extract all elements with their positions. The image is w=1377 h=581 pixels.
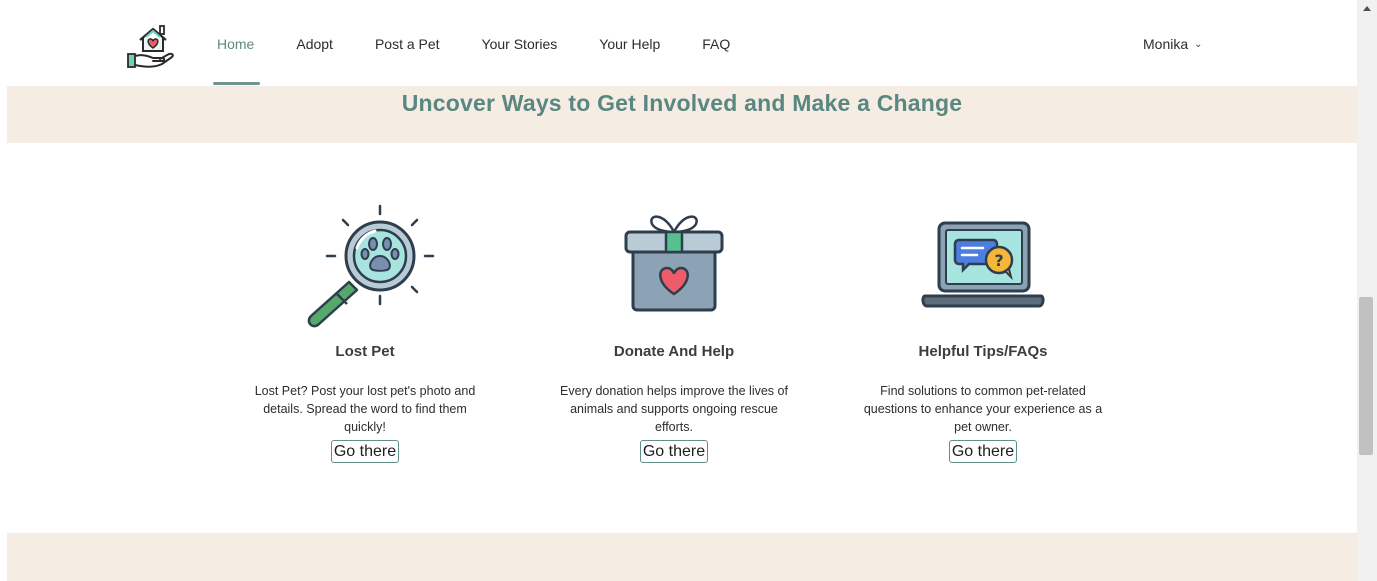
card-lost-pet: Lost Pet Lost Pet? Post your lost pet's … [235,198,495,463]
go-there-button-donate[interactable]: Go there [639,440,709,463]
section-heading-band: Uncover Ways to Get Involved and Make a … [7,86,1357,143]
nav-post-a-pet[interactable]: Post a Pet [375,36,440,56]
next-section-band [7,533,1357,581]
user-menu[interactable]: Monika ⌄ [1143,36,1203,52]
section-heading: Uncover Ways to Get Involved and Make a … [401,90,963,116]
laptop-chat-icon: ? [921,221,1045,308]
scroll-up-arrow-icon[interactable] [1363,6,1371,11]
card-description: Find solutions to common pet-related que… [863,384,1103,434]
user-name: Monika [1143,36,1189,52]
go-there-button-lost-pet[interactable]: Go there [330,440,400,463]
nav-home[interactable]: Home [217,36,254,56]
scrollbar-thumb[interactable] [1359,297,1373,455]
card-title: Helpful Tips/FAQs [918,343,1048,360]
navbar: Home Adopt Post a Pet Your Stories Your … [0,0,1357,86]
vertical-scrollbar[interactable] [1357,0,1377,581]
card-donate-and-help: Donate And Help Every donation helps imp… [544,198,804,463]
svg-text:?: ? [994,251,1003,270]
house-heart-hand-icon[interactable] [126,18,176,70]
page: Home Adopt Post a Pet Your Stories Your … [0,0,1377,581]
card-title: Lost Pet [335,343,395,360]
card-description: Lost Pet? Post your lost pet's photo and… [254,384,476,434]
gift-box-heart-icon [624,215,724,312]
card-description: Every donation helps improve the lives o… [560,384,788,434]
nav-your-stories[interactable]: Your Stories [482,36,558,56]
chevron-down-icon: ⌄ [1194,38,1203,50]
nav-faq[interactable]: FAQ [702,36,730,56]
magnifier-paw-icon [307,204,435,328]
active-nav-indicator [213,82,260,85]
nav-your-help[interactable]: Your Help [599,36,660,56]
nav-links: Home Adopt Post a Pet Your Stories Your … [217,36,772,56]
go-there-button-faqs[interactable]: Go there [948,440,1018,463]
nav-adopt[interactable]: Adopt [296,36,333,56]
card-title: Donate And Help [613,343,735,360]
card-helpful-tips: ? Helpful Tips/FAQs Find solutions to co… [853,198,1113,463]
